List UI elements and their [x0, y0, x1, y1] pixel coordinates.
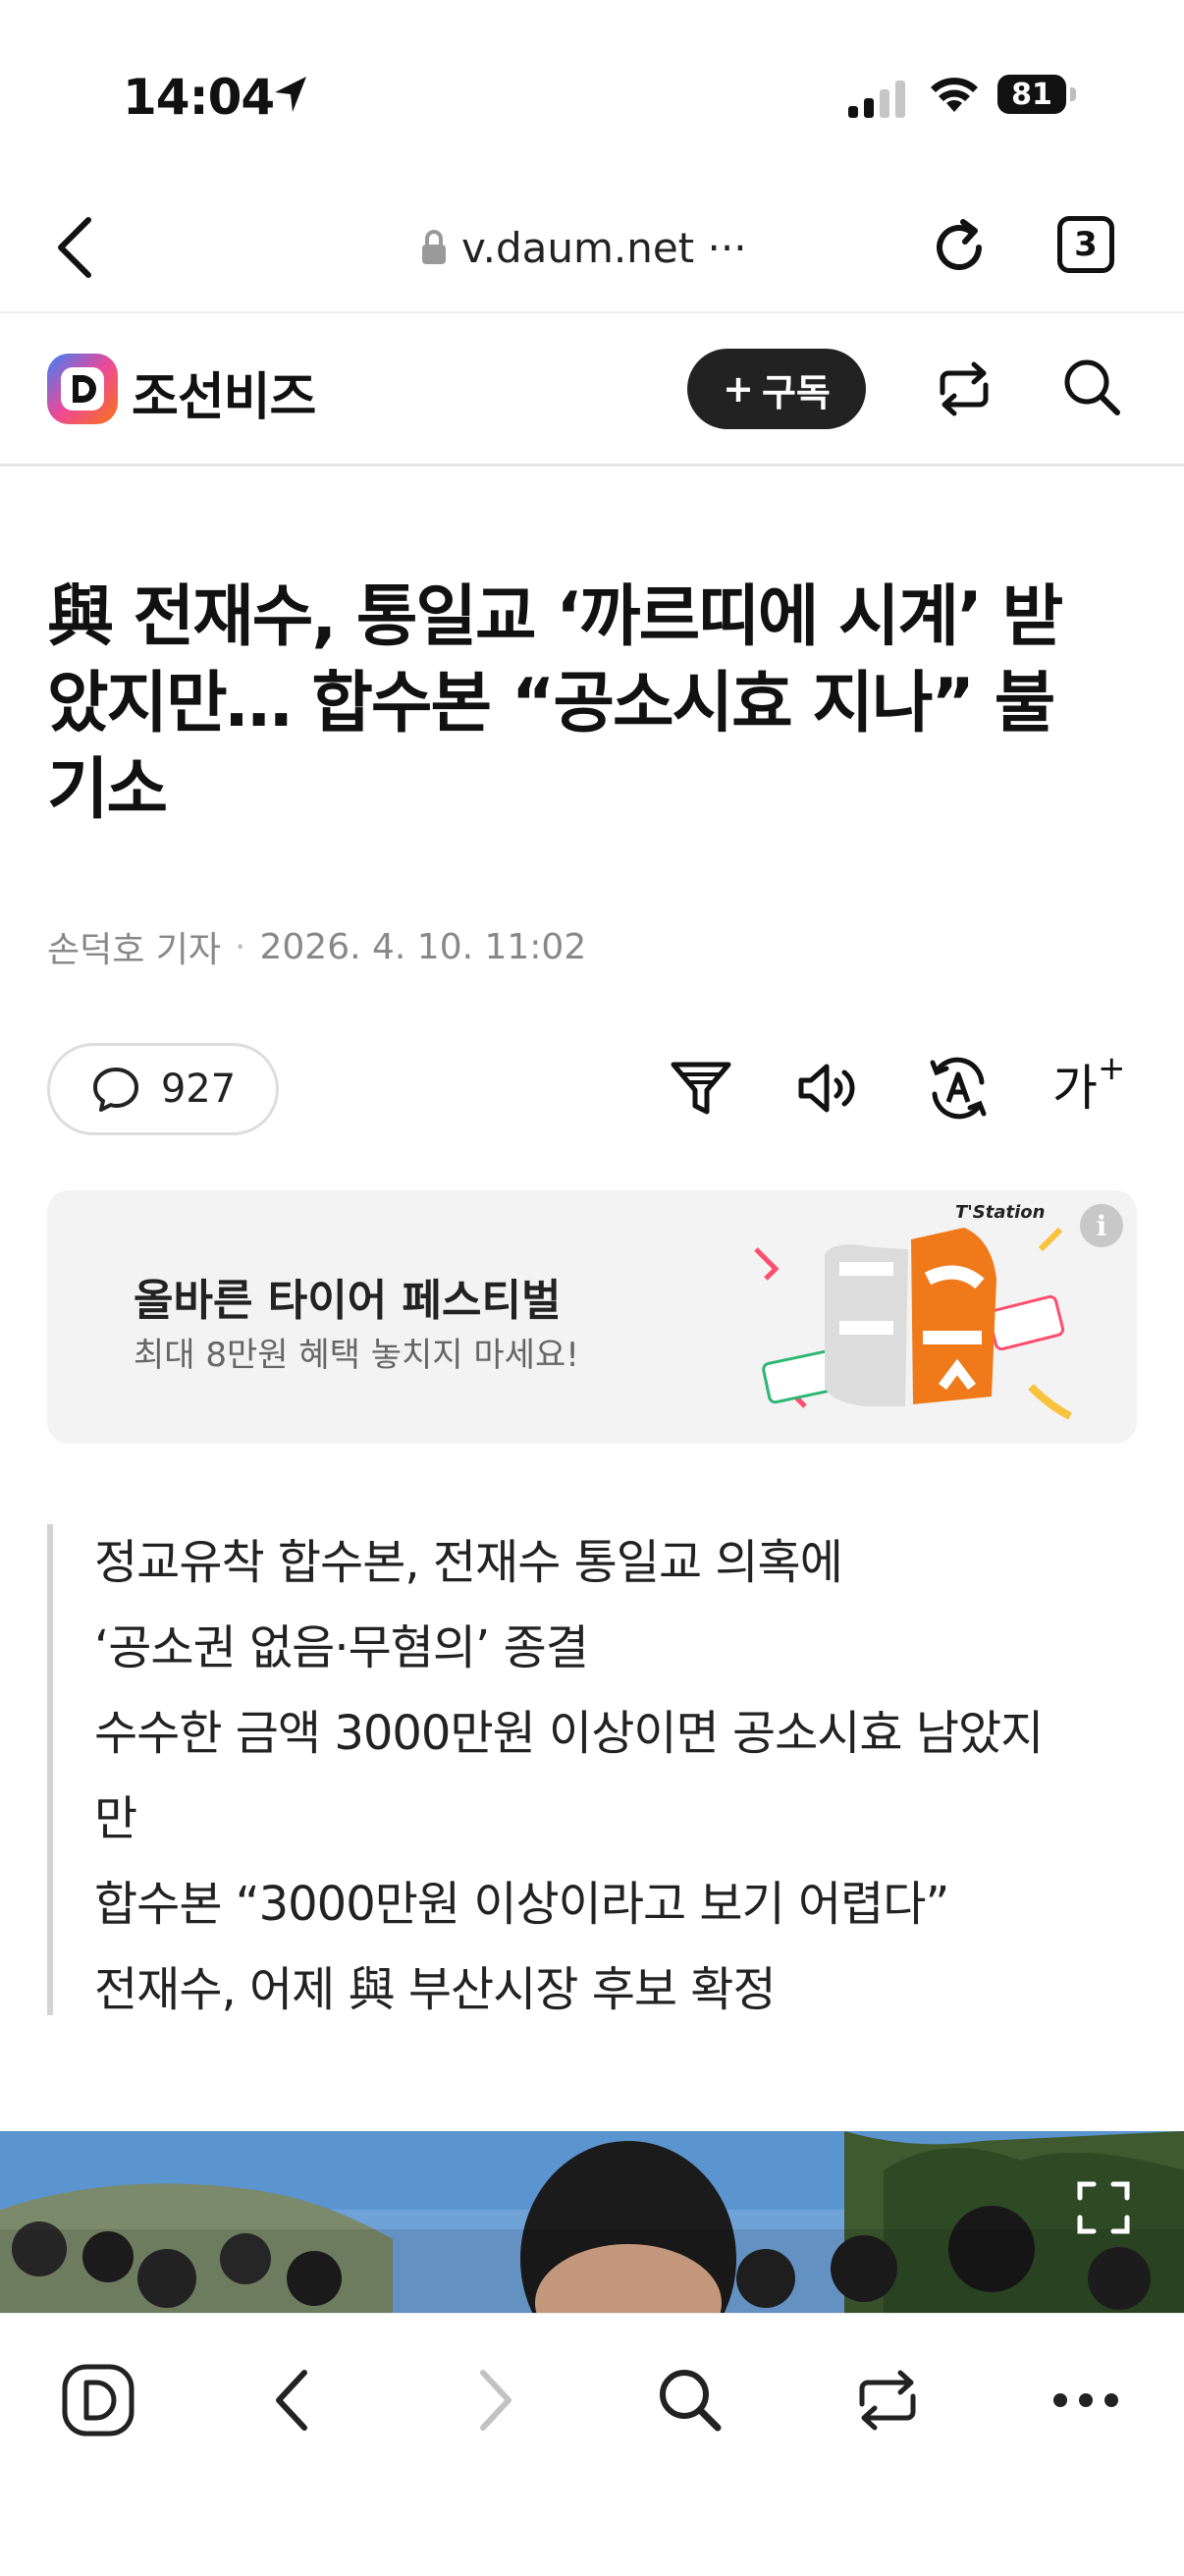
ad-title: 올바른 타이어 페스티벌 — [134, 1276, 562, 1326]
ad-subtitle: 최대 8만원 혜택 놓치지 마세요! — [134, 1336, 579, 1375]
summary-line: ‘공소권 없음·무혐의’ 종결 — [94, 1620, 589, 1675]
search-icon[interactable] — [651, 2361, 729, 2439]
bottom-toolbar — [0, 2313, 1184, 2576]
reload-icon[interactable] — [926, 214, 993, 281]
tabs-button[interactable]: 3 — [1057, 216, 1114, 273]
cellular-signal-icon — [848, 81, 905, 118]
ad-info-icon[interactable]: i — [1080, 1204, 1123, 1247]
ad-illustration — [754, 1227, 1072, 1420]
separator: · — [235, 926, 246, 967]
wifi-icon — [931, 78, 978, 112]
article-summary: 정교유착 합수본, 전재수 통일교 의혹에 ‘공소권 없음·무혐의’ 종결 수수… — [94, 1520, 1135, 2033]
site-name[interactable]: 조선비즈 — [132, 356, 316, 429]
search-icon[interactable] — [1056, 352, 1127, 422]
forward-icon[interactable] — [454, 2361, 532, 2439]
publish-date: 2026. 4. 10. 11:02 — [259, 926, 587, 967]
daum-icon[interactable] — [59, 2361, 137, 2439]
share-icon[interactable] — [929, 354, 999, 424]
back-icon[interactable] — [51, 214, 100, 281]
comment-button[interactable]: 927 — [47, 1043, 279, 1135]
more-icon[interactable] — [1047, 2361, 1125, 2439]
summary-line: 합수본 “3000만원 이상이라고 보기 어렵다” — [94, 1877, 949, 1932]
status-time: 14:04 — [123, 69, 275, 126]
battery-indicator: 81 — [997, 75, 1078, 116]
divider — [0, 311, 1184, 313]
font-size-button[interactable]: 가+ — [1052, 1049, 1126, 1120]
author: 손덕호 기자 — [47, 930, 222, 970]
comment-count: 927 — [160, 1067, 237, 1112]
location-arrow-icon — [275, 77, 306, 112]
battery-level: 81 — [997, 75, 1066, 114]
back-icon[interactable] — [255, 2361, 334, 2439]
summary-line: 정교유착 합수본, 전재수 통일교 의혹에 — [94, 1535, 843, 1590]
subscribe-button[interactable]: + 구독 — [687, 349, 866, 429]
ad-banner[interactable]: 올바른 타이어 페스티벌 최대 8만원 혜택 놓치지 마세요! T'Statio… — [47, 1190, 1137, 1444]
summary-line: 만 — [94, 1791, 137, 1846]
share-icon[interactable] — [848, 2361, 927, 2439]
address-bar[interactable]: v.daum.net ··· — [420, 218, 747, 277]
summary-line: 전재수, 어제 與 부산시장 후보 확정 — [94, 1962, 777, 2017]
summary-line: 수수한 금액 3000만원 이상이면 공소시효 남았지 — [94, 1706, 1044, 1761]
comment-icon — [92, 1068, 138, 1112]
url-text: v.daum.net ··· — [461, 223, 747, 272]
filter-icon[interactable] — [666, 1053, 736, 1124]
audio-icon[interactable] — [793, 1053, 864, 1124]
expand-icon[interactable] — [1074, 2178, 1133, 2237]
lock-icon — [422, 230, 446, 264]
article-photo[interactable] — [0, 2131, 1184, 2318]
divider — [0, 464, 1184, 466]
translate-icon[interactable] — [923, 1053, 994, 1124]
summary-quote-bar — [47, 1524, 53, 2015]
plus-icon: + — [723, 367, 754, 411]
ad-brand: T'Station — [955, 1202, 1046, 1223]
subscribe-label: 구독 — [761, 370, 831, 414]
byline: 손덕호 기자 · 2026. 4. 10. 11:02 — [47, 921, 586, 972]
article-headline: 與 전재수, 통일교 ‘까르띠에 시계’ 받 았지만… 합수본 “공소시효 지나… — [47, 578, 1063, 829]
daum-logo-icon[interactable] — [47, 354, 118, 424]
